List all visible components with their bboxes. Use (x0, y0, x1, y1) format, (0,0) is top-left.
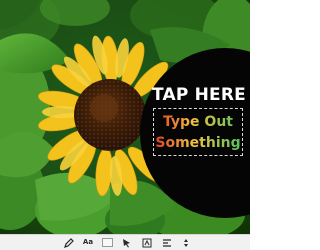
font-size-label: Aa (82, 238, 94, 246)
cursor-icon[interactable] (121, 236, 133, 249)
image-text-editor: TAP HERE Type Out Something Aa (0, 0, 250, 250)
adjust-icon[interactable] (180, 236, 192, 249)
align-icon[interactable] (161, 236, 173, 249)
tap-here-prompt[interactable]: TAP HERE (151, 84, 247, 106)
font-size-button[interactable]: Aa (82, 236, 94, 249)
typed-text-line-1[interactable]: Type Out (154, 112, 242, 132)
bottom-toolbar: Aa (0, 234, 250, 250)
color-swatch-icon[interactable] (101, 236, 113, 249)
text-size-icon[interactable] (141, 236, 153, 249)
pen-icon[interactable] (63, 236, 74, 249)
editable-text-box[interactable]: Type Out Something (153, 108, 243, 156)
photo-canvas[interactable]: TAP HERE Type Out Something (0, 0, 250, 234)
typed-text-line-2[interactable]: Something (154, 133, 242, 153)
